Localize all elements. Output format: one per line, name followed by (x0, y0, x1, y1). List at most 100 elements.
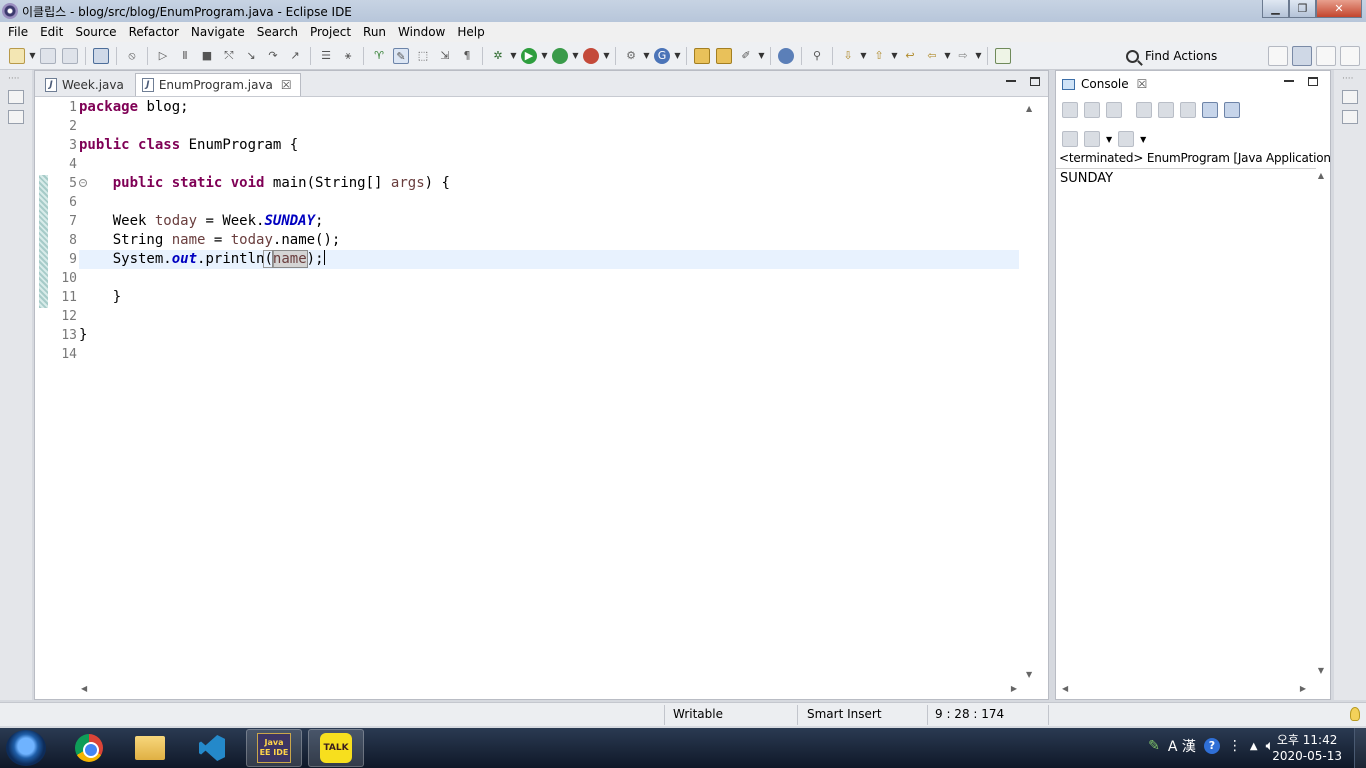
maximize-icon[interactable] (1030, 77, 1040, 86)
restore-view-icon[interactable] (1342, 90, 1358, 104)
search-dropdown-icon[interactable]: ▼ (758, 48, 765, 64)
close-window-button[interactable]: ✕ (1316, 0, 1362, 18)
editor-horizontal-scrollbar[interactable]: ◀ ▶ (79, 681, 1019, 697)
open-perspective-icon[interactable] (1268, 46, 1288, 66)
tab-enumprogram-java[interactable]: J EnumProgram.java ☒ (134, 73, 301, 96)
remove-launch-icon[interactable] (1084, 102, 1100, 118)
clear-console-icon[interactable] (1136, 102, 1152, 118)
step-over-icon[interactable]: ↷ (265, 48, 281, 64)
open-task-icon[interactable] (716, 47, 732, 64)
editor-vertical-scrollbar[interactable]: ▲ ▼ (1022, 98, 1038, 683)
next-annotation-icon[interactable]: ⇩ (840, 48, 856, 64)
dropdown-icon[interactable]: ▼ (1106, 135, 1112, 144)
menu-help[interactable]: Help (451, 25, 490, 39)
code-line[interactable] (79, 307, 1019, 326)
new-icon[interactable] (9, 47, 25, 64)
show-on-stdout-icon[interactable] (1202, 102, 1218, 118)
search-icon[interactable]: ✐ (738, 48, 754, 64)
code-line[interactable]: } (79, 326, 1019, 345)
tab-week-java[interactable]: J Week.java (38, 73, 133, 96)
last-edit-location-icon[interactable]: ↩ (902, 48, 918, 64)
pin-console-icon[interactable] (1062, 131, 1078, 147)
block-selection-icon[interactable]: ⬚ (415, 48, 431, 64)
scroll-right-icon[interactable]: ▶ (1300, 684, 1306, 693)
close-tab-icon[interactable]: ☒ (1137, 77, 1148, 91)
ime-pad-icon[interactable]: ✎ (1148, 738, 1160, 754)
menu-edit[interactable]: Edit (34, 25, 69, 39)
save-all-icon[interactable] (62, 47, 78, 64)
open-type-icon[interactable] (694, 47, 710, 64)
code-line[interactable]: package blog; (79, 98, 1019, 117)
code-editor[interactable]: 1 2 3 4 5− 6 7 8 9 10 11 12 13 14 packag… (35, 98, 1023, 683)
pin-icon[interactable] (995, 47, 1011, 64)
scroll-down-icon[interactable]: ▼ (1026, 670, 1032, 679)
run-icon[interactable]: ▶ (521, 47, 537, 64)
scroll-down-icon[interactable]: ▼ (1318, 666, 1324, 675)
taskbar-vscode[interactable] (184, 729, 240, 767)
help-icon[interactable]: ? (1203, 738, 1220, 754)
menu-run[interactable]: Run (357, 25, 392, 39)
pin-editor-icon[interactable]: ⚲ (809, 48, 825, 64)
coverage-icon[interactable] (552, 47, 568, 64)
scroll-right-icon[interactable]: ▶ (1011, 684, 1017, 693)
eclipse-app-icon[interactable] (2, 3, 18, 19)
drop-to-frame-icon[interactable]: ☰ (318, 48, 334, 64)
mark-occurrences-icon[interactable]: ✎ (393, 47, 409, 64)
step-return-icon[interactable]: ↗ (287, 48, 303, 64)
dropdown-icon[interactable]: ▼ (1140, 135, 1146, 144)
external-tools-icon[interactable] (583, 47, 599, 64)
code-line[interactable]: public static void main(String[] args) { (79, 174, 1019, 193)
remove-all-terminated-icon[interactable] (1106, 102, 1122, 118)
disconnect-icon[interactable]: ⤲ (221, 48, 237, 64)
new-java-project-icon[interactable]: ⚙ (623, 48, 639, 64)
trim-handle[interactable]: ···· (8, 74, 32, 84)
code-line[interactable] (79, 117, 1019, 136)
terminate-icon[interactable] (1062, 102, 1078, 118)
find-actions-button[interactable]: Find Actions (1126, 46, 1217, 66)
word-wrap-icon[interactable]: ⇲ (437, 48, 453, 64)
code-line[interactable] (79, 269, 1019, 288)
code-line[interactable] (79, 193, 1019, 212)
debug-dropdown-icon[interactable]: ▼ (510, 48, 517, 64)
menu-window[interactable]: Window (392, 25, 451, 39)
code-line[interactable]: public class EnumProgram { (79, 136, 1019, 155)
suspend-icon[interactable]: Ⅱ (177, 48, 193, 64)
debug-icon[interactable]: ✲ (490, 48, 506, 64)
restore-view-icon[interactable] (8, 90, 24, 104)
menu-source[interactable]: Source (69, 25, 122, 39)
taskbar-eclipse[interactable]: Java EE IDE (246, 729, 302, 767)
terminal-icon[interactable] (93, 47, 109, 64)
forward-icon[interactable]: ⇨ (955, 48, 971, 64)
scroll-lock-icon[interactable] (1158, 102, 1174, 118)
maximize-icon[interactable] (1308, 77, 1318, 86)
menu-navigate[interactable]: Navigate (185, 25, 251, 39)
java-ee-perspective-icon[interactable] (1292, 46, 1312, 66)
new-java-project-dropdown-icon[interactable]: ▼ (643, 48, 650, 64)
show-desktop-button[interactable] (1354, 728, 1366, 768)
trim-handle[interactable]: ···· (1342, 74, 1366, 84)
scroll-up-icon[interactable]: ▲ (1318, 171, 1324, 180)
save-icon[interactable] (40, 47, 56, 64)
code-line[interactable]: String name = today.name(); (79, 231, 1019, 250)
taskbar-chrome[interactable] (61, 729, 117, 767)
code-line[interactable]: } (79, 288, 1019, 307)
scroll-left-icon[interactable]: ◀ (1062, 684, 1068, 693)
scroll-up-icon[interactable]: ▲ (1026, 104, 1032, 113)
show-on-stderr-icon[interactable] (1224, 102, 1240, 118)
system-clock[interactable]: 오후 11:42 2020-05-13 (1272, 732, 1342, 764)
back-dropdown-icon[interactable]: ▼ (944, 48, 951, 64)
display-selected-console-icon[interactable] (1084, 131, 1100, 147)
back-icon[interactable]: ⇦ (924, 48, 940, 64)
code-line[interactable] (79, 155, 1019, 174)
maximize-button[interactable]: ❐ (1289, 0, 1316, 18)
use-step-filters-icon[interactable]: ⚹ (340, 48, 356, 64)
minimize-button[interactable]: ▁ (1262, 0, 1289, 18)
previous-annotation-icon[interactable]: ⇧ (871, 48, 887, 64)
new-class-dropdown-icon[interactable]: ▼ (674, 48, 681, 64)
word-wrap-icon[interactable] (1180, 102, 1196, 118)
java-perspective-icon[interactable] (1316, 46, 1336, 66)
run-dropdown-icon[interactable]: ▼ (541, 48, 548, 64)
resume-icon[interactable]: ▷ (155, 48, 171, 64)
new-dropdown-icon[interactable]: ▼ (29, 48, 36, 64)
ime-indicator[interactable]: A 漢 (1168, 736, 1196, 756)
